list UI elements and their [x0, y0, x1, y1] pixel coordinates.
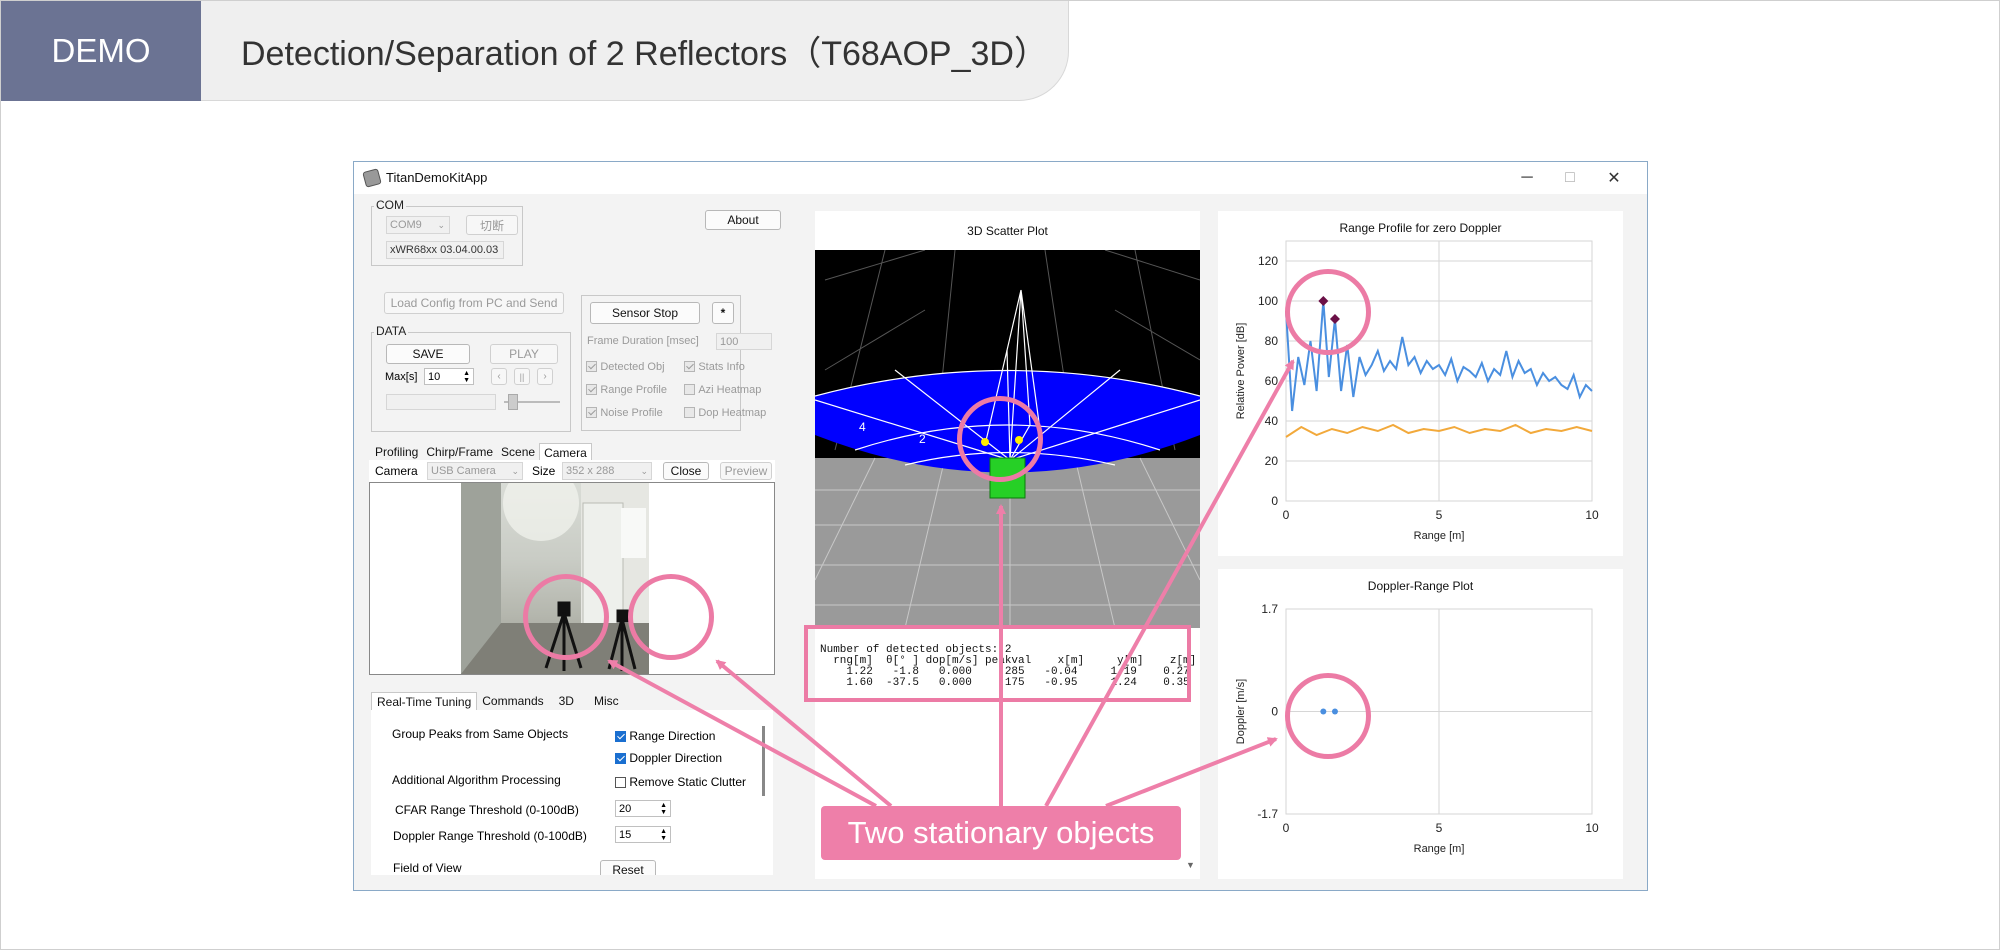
arrow-to-range-peaks [1044, 359, 1295, 807]
slide: DEMO Detection/Separation of 2 Reflector… [0, 0, 2000, 950]
arrow-to-doppler-points [1105, 737, 1278, 808]
callout-label: Two stationary objects [821, 806, 1181, 860]
